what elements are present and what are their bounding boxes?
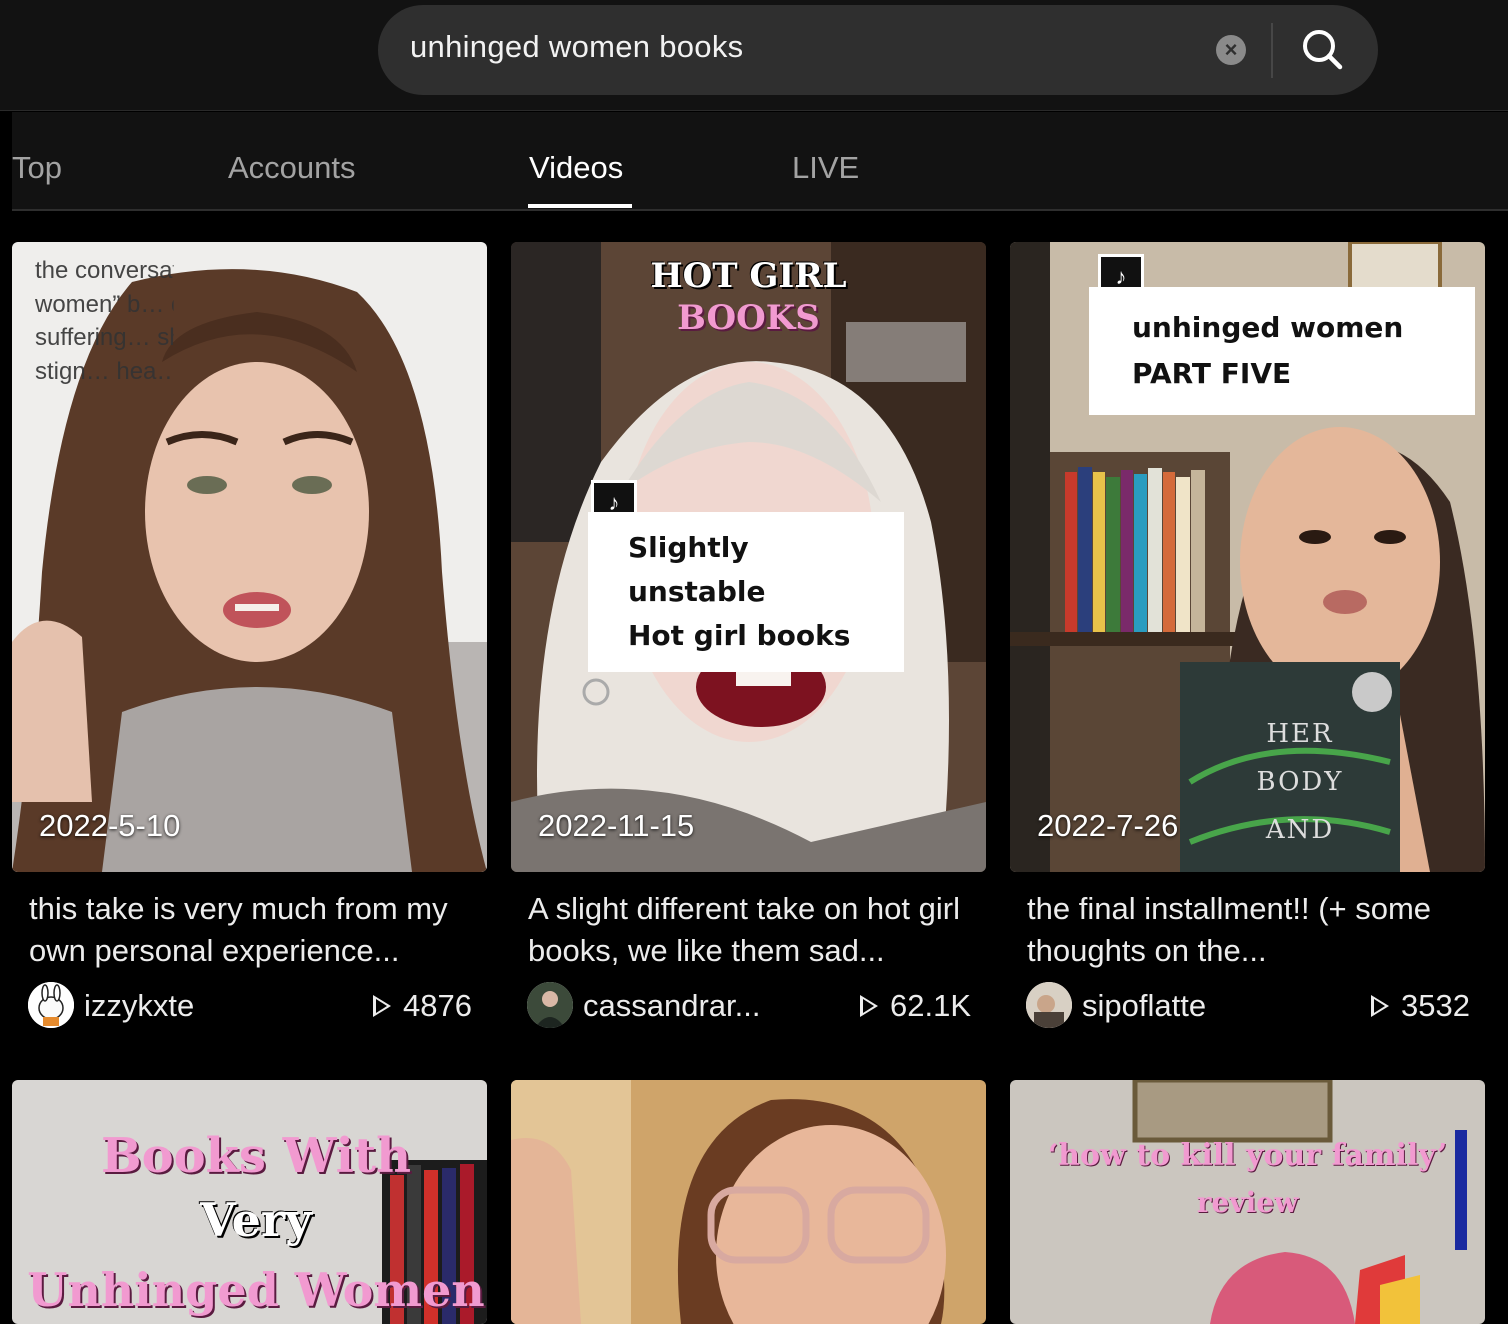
video-meta: cassandrar... 62.1K	[527, 980, 971, 1030]
video-description[interactable]: the final installment!! (+ some thoughts…	[1027, 888, 1477, 972]
video-meta: izzykxte 4876	[28, 980, 472, 1030]
overlay-caption: Slightly unstable Hot girl books	[588, 512, 904, 672]
author-name[interactable]: sipoflatte	[1082, 988, 1206, 1024]
video-description[interactable]: A slight different take on hot girl book…	[528, 888, 978, 972]
view-count-value: 62.1K	[889, 988, 971, 1023]
video-description[interactable]: this take is very much from my own perso…	[29, 888, 479, 972]
play-icon	[1371, 995, 1390, 1017]
video-thumbnail[interactable]: ‘how to kill your family’ review	[1010, 1080, 1485, 1324]
search-tabs: Top Accounts Videos LIVE	[12, 112, 1508, 211]
avatar[interactable]	[28, 982, 74, 1028]
overlay-title-pink: Books With	[101, 1128, 411, 1184]
search-bar[interactable]: unhinged women books ×	[378, 5, 1378, 95]
search-divider	[1271, 23, 1273, 78]
author-name[interactable]: cassandrar...	[583, 988, 760, 1024]
overlay-title-pink: review	[1196, 1186, 1299, 1219]
view-count-value: 4876	[403, 988, 472, 1023]
video-date: 2022-11-15	[538, 808, 695, 843]
overlay-title: HOT GIRL	[650, 256, 847, 296]
overlay-caption-line: Slightly unstable	[628, 531, 766, 608]
view-count: 4876	[373, 988, 472, 1024]
video-thumbnail[interactable]: ♪ unhinged women PART FIVE HER BODY AND …	[1010, 242, 1485, 872]
tab-accounts[interactable]: Accounts	[228, 150, 356, 186]
tab-top[interactable]: Top	[12, 150, 62, 186]
search-icon[interactable]	[1298, 25, 1348, 75]
overlay-title-pink: BOOKS	[677, 298, 820, 338]
search-input[interactable]: unhinged women books	[410, 29, 743, 65]
video-meta: sipoflatte 3532	[1026, 980, 1470, 1030]
active-tab-indicator	[528, 204, 632, 208]
video-date: 2022-5-10	[39, 808, 181, 843]
video-thumbnail[interactable]: Books With Very Unhinged Women	[12, 1080, 487, 1324]
avatar[interactable]	[527, 982, 573, 1028]
view-count-value: 3532	[1401, 988, 1470, 1023]
top-bar: unhinged women books ×	[0, 0, 1508, 111]
overlay-caption-line: PART FIVE	[1132, 357, 1292, 390]
play-icon	[373, 995, 392, 1017]
overlay-title-pink: Unhinged Women	[27, 1263, 485, 1317]
view-count: 62.1K	[859, 988, 971, 1024]
author-name[interactable]: izzykxte	[84, 988, 194, 1024]
view-count: 3532	[1371, 988, 1470, 1024]
clear-icon[interactable]: ×	[1216, 35, 1246, 65]
overlay-caption-line: unhinged women	[1132, 311, 1404, 344]
overlay-caption: unhinged women PART FIVE	[1089, 287, 1475, 415]
video-thumbnail[interactable]	[511, 1080, 986, 1324]
overlay-title-pink: ‘how to kill your family’	[1047, 1138, 1448, 1173]
tab-live[interactable]: LIVE	[792, 150, 859, 186]
play-icon	[859, 995, 878, 1017]
tab-videos[interactable]: Videos	[529, 150, 623, 186]
avatar[interactable]	[1026, 982, 1072, 1028]
video-thumbnail[interactable]: HOT GIRL BOOKS ♪ Slightly unstable Hot g…	[511, 242, 986, 872]
video-thumbnail[interactable]: the conversation around “unhinged women”…	[12, 242, 487, 872]
video-date: 2022-7-26	[1037, 808, 1179, 843]
book-title: HER BODY AND	[1256, 719, 1344, 845]
overlay-title: Very	[200, 1193, 312, 1247]
overlay-caption-line: Hot girl books	[628, 619, 851, 652]
